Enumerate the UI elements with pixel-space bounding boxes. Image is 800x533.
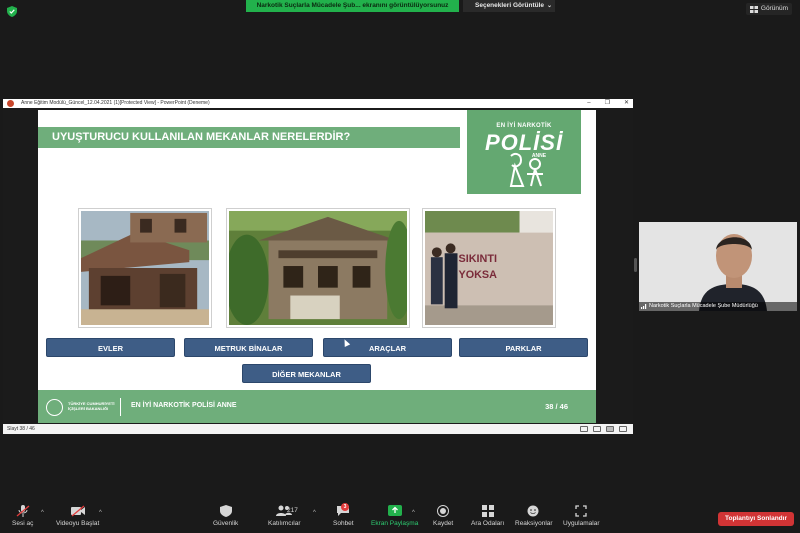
parklar-button[interactable]: PARKLAR [459,338,588,357]
reactions-button[interactable]: Reaksiyonlar [515,505,553,527]
ppt-window-title: Anne Eğitim Modülü_Güncel_12.04.2021 (1)… [21,100,210,106]
security-label: Güvenlik [213,520,239,527]
unmute-label: Sesi aç [12,520,34,527]
graffiti-line-2: YOKSA [458,269,497,281]
ppt-view-controls [580,426,627,432]
breakout-rooms-icon [481,505,494,517]
window-controls: – ❐ ✕ [587,99,629,108]
reactions-label: Reaksiyonlar [515,520,553,527]
unmute-button[interactable]: Sesi aç [12,505,33,527]
ppt-statusbar: Slayt 38 / 46 [3,424,633,434]
minimize-icon[interactable]: – [587,99,590,108]
share-screen-label: Ekran Paylaşma [371,520,419,527]
start-video-button[interactable]: Videoyu Başlat [56,505,99,527]
ministry-name: TÜRKİYE CUMHURİYETİ İÇİŞLERİ BAKANLIĞI [68,401,114,411]
chat-label: Sohbet [333,520,354,527]
powerpoint-icon [7,100,14,107]
abandoned-building-photo [226,208,410,328]
chat-unread-badge: 3 [341,503,349,511]
security-button[interactable]: Güvenlik [213,505,238,527]
slide-number: 38 / 46 [545,402,568,411]
record-icon [437,505,450,517]
restore-icon[interactable]: ❐ [605,99,610,108]
record-button[interactable]: Kaydet [433,505,453,527]
footer-divider [120,398,121,416]
sorter-view-icon[interactable] [593,426,601,432]
view-button-label: Görünüm [760,5,788,12]
share-screen-icon [387,505,402,516]
view-options-button[interactable]: Seçenekleri Görüntüle ⌄ [463,0,555,12]
end-meeting-button[interactable]: Toplantıyı Sonlandır [718,512,794,526]
metruk-binalar-button[interactable]: METRUK BİNALAR [184,338,313,357]
close-icon[interactable]: ✕ [624,99,629,108]
signal-strength-icon [641,304,647,309]
slide: UYUŞTURUCU KULLANILAN MEKANLAR NERELERDİ… [38,110,596,423]
apps-button[interactable]: Uygulamalar [563,505,600,527]
record-label: Kaydet [433,520,454,527]
participants-options-caret[interactable]: ^ [313,510,316,516]
screen-share-banner: Narkotik Suçlarla Mücadele Şub... ekranı… [246,0,459,12]
audio-options-caret[interactable]: ^ [41,510,44,516]
footer-title: EN İYİ NARKOTİK POLİSİ ANNE [131,402,237,409]
participant-name: Narkotik Suçlarla Mücadele Şube Müdürlüğ… [639,302,797,311]
tile-resize-handle[interactable] [634,258,637,272]
normal-view-icon[interactable] [580,426,588,432]
video-options-caret[interactable]: ^ [99,510,102,516]
slideshow-icon[interactable] [619,426,627,432]
ppt-slide-counter: Slayt 38 / 46 [7,426,35,432]
chat-button[interactable]: 3 Sohbet [333,503,354,527]
graffiti-line-1: SIKINTI [458,253,496,265]
participant-video-icon [639,222,797,311]
evler-button[interactable]: EVLER [46,338,175,357]
mother-child-figure-icon [509,152,543,187]
shield-lock-icon [219,505,232,517]
view-button[interactable]: Görünüm [745,3,792,15]
reading-view-icon[interactable] [606,426,614,432]
share-options-caret[interactable]: ^ [412,510,415,516]
apps-icon [575,505,587,517]
participants-button[interactable]: 217 Katılımcılar [268,505,301,527]
share-screen-button[interactable]: Ekran Paylaşma [371,505,418,527]
diger-mekanlar-button[interactable]: DİĞER MEKANLAR [242,364,371,383]
shield-icon [7,6,17,17]
apps-label: Uygulamalar [563,520,600,527]
breakout-rooms-button[interactable]: Ara Odaları [471,505,504,527]
video-camera-off-icon [70,505,85,517]
graffiti-wall-photo: SIKINTI YOKSA [422,208,556,328]
slide-title: UYUŞTURUCU KULLANILAN MEKANLAR NERELERDİ… [38,127,460,148]
ministry-seal-icon [46,399,63,416]
smiley-plus-icon [527,505,539,517]
program-logo: EN İYİ NARKOTİK POLİSİ ANNE [467,110,581,194]
ppt-titlebar: Anne Eğitim Modülü_Güncel_12.04.2021 (1)… [3,99,633,108]
chevron-down-icon: ⌄ [547,3,553,9]
meeting-toolbar: Sesi aç ^ Videoyu Başlat ^ Güvenlik 217 [0,498,800,533]
view-options-label: Seçenekleri Görüntüle [475,2,544,9]
participants-count: 217 [287,507,298,514]
participants-label: Katılımcılar [268,520,301,527]
meeting-screen: Narkotik Suçlarla Mücadele Şub... ekranı… [0,0,800,533]
house-photo [78,208,212,328]
logo-top-text: EN İYİ NARKOTİK [496,123,552,129]
grid-view-icon [749,5,758,13]
slide-footer: TÜRKİYE CUMHURİYETİ İÇİŞLERİ BAKANLIĞI E… [38,390,596,423]
breakout-rooms-label: Ara Odaları [471,520,505,527]
microphone-muted-icon [16,505,30,517]
ministry-line-2: İÇİŞLERİ BAKANLIĞI [68,406,109,411]
participant-video-tile[interactable]: Narkotik Suçlarla Mücadele Şube Müdürlüğ… [639,222,797,311]
start-video-label: Videoyu Başlat [56,520,100,527]
